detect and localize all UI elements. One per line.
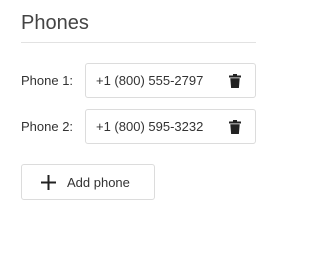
- section-title: Phones: [21, 12, 89, 34]
- plus-icon: [41, 175, 56, 190]
- section-divider: [21, 42, 256, 43]
- phone-label: Phone 1:: [21, 73, 74, 88]
- trash-icon[interactable]: [229, 74, 241, 88]
- phones-section: Phones Phone 1: +1 (800) 555-2797 Phone …: [0, 0, 277, 264]
- phone-label: Phone 2:: [21, 119, 74, 134]
- phone-value[interactable]: +1 (800) 595-3232: [96, 119, 203, 134]
- phone-field[interactable]: +1 (800) 555-2797: [85, 63, 256, 98]
- phone-field[interactable]: +1 (800) 595-3232: [85, 109, 256, 144]
- phone-value[interactable]: +1 (800) 555-2797: [96, 73, 203, 88]
- add-phone-label: Add phone: [67, 175, 130, 190]
- add-phone-button[interactable]: Add phone: [21, 164, 155, 200]
- phone-row: Phone 2: +1 (800) 595-3232: [21, 109, 256, 145]
- trash-icon[interactable]: [229, 120, 241, 134]
- phone-row: Phone 1: +1 (800) 555-2797: [21, 63, 256, 99]
